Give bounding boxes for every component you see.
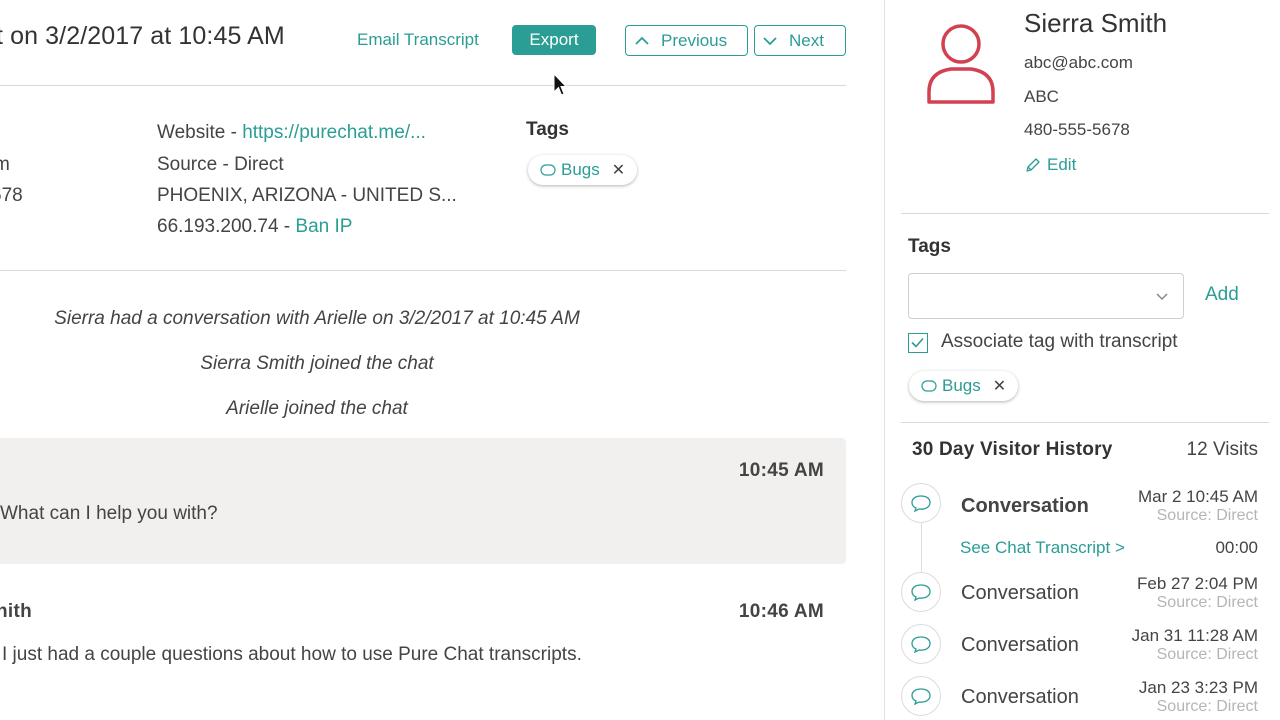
tag-chip-label: Bugs xyxy=(561,160,600,179)
close-icon[interactable]: ✕ xyxy=(993,376,1006,396)
visitor-history-title: 30 Day Visitor History xyxy=(912,439,1113,460)
website-label: Website - xyxy=(157,122,243,143)
tags-heading: Tags xyxy=(526,119,569,140)
tag-chip-bugs: Bugs ✕ xyxy=(909,371,1019,401)
website-row: Website - https://purechat.me/... xyxy=(157,122,426,144)
visitor-phone-fragment: 678 xyxy=(0,185,23,206)
sidebar-divider xyxy=(901,213,1269,214)
tag-icon xyxy=(921,380,937,392)
message-time: 10:45 AM xyxy=(738,460,824,481)
chevron-down-icon xyxy=(763,36,777,45)
history-item-duration: 00:00 xyxy=(1215,538,1258,557)
website-link[interactable]: https://purechat.me/... xyxy=(242,122,426,143)
pencil-icon xyxy=(1026,158,1040,172)
checkmark-icon xyxy=(911,337,924,348)
message-text: I just had a couple questions about how … xyxy=(2,644,582,665)
history-item-label[interactable]: Conversation xyxy=(961,686,1079,709)
email-transcript-link[interactable]: Email Transcript xyxy=(357,30,479,50)
ip-row: 66.193.200.74 - Ban IP xyxy=(157,216,352,238)
history-item-source: Source: Direct xyxy=(1156,698,1258,715)
message-sender: nith xyxy=(0,601,33,622)
tag-select[interactable] xyxy=(908,273,1184,319)
ip-address: 66.193.200.74 xyxy=(157,216,279,237)
history-timeline xyxy=(921,522,922,572)
ban-ip-link[interactable]: Ban IP xyxy=(295,216,352,237)
visitor-company: ABC xyxy=(1024,87,1059,106)
add-tag-button[interactable]: Add xyxy=(1205,284,1239,306)
chat-bubble-icon xyxy=(901,676,941,716)
edit-label: Edit xyxy=(1047,155,1077,174)
history-item-date: Feb 27 2:04 PM xyxy=(1137,574,1258,593)
chat-message xyxy=(0,438,846,564)
previous-button[interactable]: Previous xyxy=(625,25,748,56)
tag-chip-bugs: Bugs ✕ xyxy=(528,155,638,185)
see-chat-transcript-link[interactable]: See Chat Transcript > xyxy=(960,538,1125,558)
history-item-source: Source: Direct xyxy=(1156,646,1258,663)
visitor-email-fragment: m xyxy=(0,154,10,175)
chevron-up-icon xyxy=(635,36,649,45)
previous-label: Previous xyxy=(661,30,728,50)
visitor-sidebar: Sierra Smith abc@abc.com ABC 480-555-567… xyxy=(884,0,1280,720)
user-icon xyxy=(927,24,995,104)
visitor-history-count: 12 Visits xyxy=(1186,439,1258,460)
mouse-pointer-icon xyxy=(553,73,567,96)
visitor-phone: 480-555-5678 xyxy=(1024,120,1130,139)
source-text: Source - Direct xyxy=(157,154,284,175)
history-item-date: Jan 23 3:23 PM xyxy=(1138,678,1258,697)
next-button[interactable]: Next xyxy=(754,25,846,56)
header-divider xyxy=(0,85,846,86)
history-item-label[interactable]: Conversation xyxy=(961,495,1089,518)
system-message: Sierra Smith joined the chat xyxy=(200,353,434,374)
transcript-title: t on 3/2/2017 at 10:45 AM xyxy=(0,22,285,50)
associate-tag-checkbox[interactable] xyxy=(908,333,928,353)
next-label: Next xyxy=(789,30,824,50)
export-button[interactable]: Export xyxy=(512,25,596,55)
history-item-label[interactable]: Conversation xyxy=(961,634,1079,657)
system-message: Sierra had a conversation with Arielle o… xyxy=(54,308,580,329)
location-text: PHOENIX, ARIZONA - UNITED S... xyxy=(157,185,457,206)
associate-tag-label: Associate tag with transcript xyxy=(941,331,1178,352)
chat-bubble-icon xyxy=(901,483,941,523)
history-item-label[interactable]: Conversation xyxy=(961,582,1079,605)
sidebar-divider xyxy=(901,422,1269,423)
close-icon[interactable]: ✕ xyxy=(612,160,625,180)
history-item-date: Jan 31 11:28 AM xyxy=(1131,626,1258,645)
message-text: What can I help you with? xyxy=(0,503,218,524)
system-message: Arielle joined the chat xyxy=(226,398,408,419)
ip-separator: - xyxy=(278,216,296,237)
chevron-down-icon xyxy=(1156,293,1168,301)
chat-bubble-icon xyxy=(901,624,941,664)
history-item-source: Source: Direct xyxy=(1156,507,1258,524)
transcript-panel: t on 3/2/2017 at 10:45 AM Email Transcri… xyxy=(0,0,884,720)
history-item-date: Mar 2 10:45 AM xyxy=(1137,487,1258,506)
message-time: 10:46 AM xyxy=(738,601,824,622)
visitor-email: abc@abc.com xyxy=(1024,53,1133,72)
chat-bubble-icon xyxy=(901,572,941,612)
edit-visitor-link[interactable]: Edit xyxy=(1025,155,1076,175)
tag-icon xyxy=(540,164,556,176)
sidebar-tags-heading: Tags xyxy=(908,236,951,257)
info-divider xyxy=(0,270,846,271)
tag-chip-label: Bugs xyxy=(942,376,981,395)
history-item-source: Source: Direct xyxy=(1156,594,1258,611)
visitor-name: Sierra Smith xyxy=(1024,8,1168,38)
